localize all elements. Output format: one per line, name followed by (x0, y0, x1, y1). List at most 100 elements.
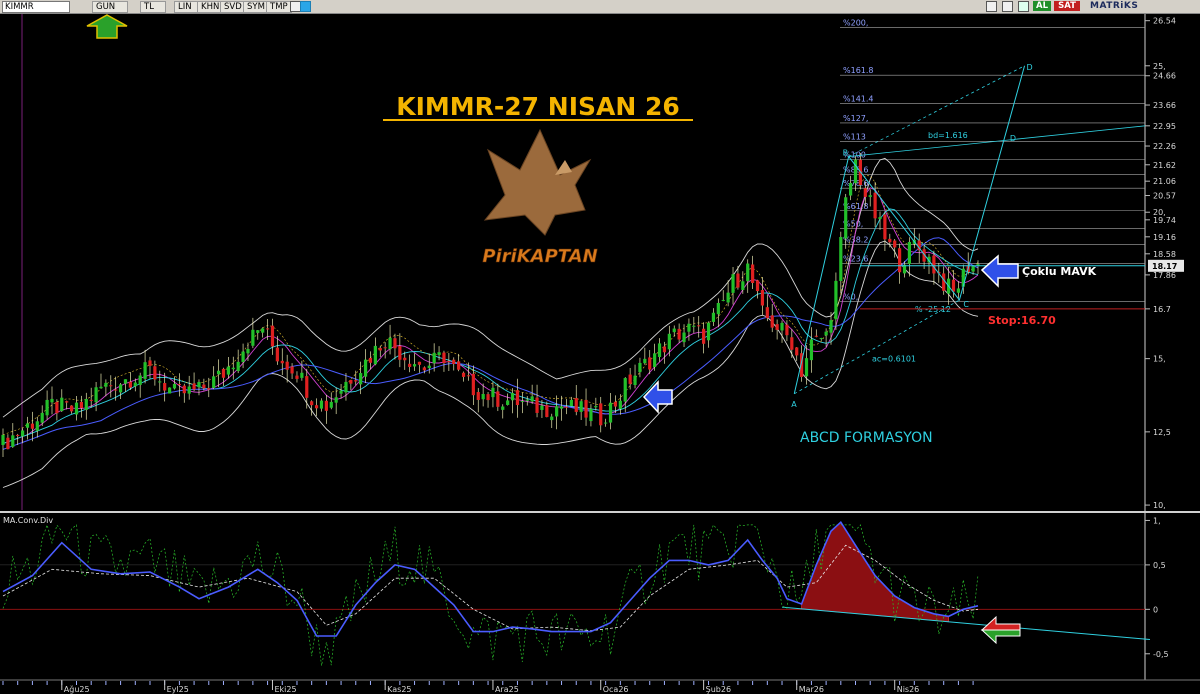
candle-body (638, 362, 642, 373)
candle-body (172, 383, 177, 389)
candle-body (780, 322, 784, 331)
candle-body (35, 421, 39, 431)
candle-body (177, 384, 181, 386)
candle-body (785, 324, 789, 336)
candle-body (11, 435, 15, 447)
month-label: Şub26 (706, 685, 731, 694)
candle-body (716, 302, 720, 315)
candle-body (261, 328, 265, 333)
candle-body (976, 264, 980, 266)
candle-body (623, 378, 627, 402)
candle-body (726, 292, 730, 303)
candle-body (951, 279, 956, 292)
candle-body (153, 366, 157, 380)
candle-body (295, 375, 299, 379)
pattern-point-label: B (843, 149, 849, 158)
pattern-point-label: C (963, 300, 969, 309)
price-tick-label: 16.7 (1153, 305, 1171, 314)
candle-body (736, 273, 740, 288)
candle-body (270, 325, 275, 347)
month-label: Eki25 (274, 685, 296, 694)
candle-body (868, 195, 872, 197)
candle-body (143, 362, 147, 379)
candle-body (310, 401, 314, 406)
candle-body (751, 264, 755, 284)
candle-body (584, 399, 588, 418)
chart-canvas: %200,%161.8%141.4%127,%113%100%88.6%78.6… (0, 14, 1200, 694)
candle-body (226, 366, 230, 375)
price-tick-label: 17.86 (1153, 271, 1176, 280)
candle-body (30, 423, 34, 429)
candle-body (383, 347, 387, 349)
pattern-point-label: bd=1.616 (928, 131, 968, 140)
candle-body (373, 345, 377, 365)
candle-body (182, 385, 186, 394)
candle-body (104, 382, 108, 387)
candle-body (452, 359, 456, 365)
candle-body (765, 307, 769, 319)
month-label: Nis26 (897, 685, 920, 694)
candle-body (319, 400, 324, 409)
candle-body (40, 412, 44, 423)
candle-body (148, 360, 152, 366)
candle-body (515, 390, 520, 406)
candle-body (564, 406, 569, 408)
price-tick-label: 20.57 (1153, 192, 1176, 201)
candle-body (398, 346, 402, 360)
candle-body (422, 367, 426, 371)
candle-body (898, 248, 902, 273)
candle-body (893, 240, 897, 248)
chart-title: KIMMR-27 NISAN 26 (396, 92, 680, 121)
candle-body (216, 370, 221, 375)
candle-body (520, 401, 524, 403)
candle-body (1, 434, 5, 446)
pattern-point-label: A (791, 400, 797, 409)
price-tick-label: 26.54 (1153, 17, 1176, 26)
candle-body (545, 405, 549, 417)
divergence-trendline (781, 606, 1151, 641)
candle-body (839, 237, 843, 281)
candle-body (849, 182, 853, 196)
indicator-label: MA.Conv.Div (3, 516, 53, 525)
candle-body (221, 368, 226, 378)
candle-body (618, 400, 622, 409)
candle-body (241, 351, 245, 362)
candle-body (212, 376, 216, 388)
pattern-point-label: D (1010, 134, 1016, 143)
candle-body (471, 373, 475, 396)
candle-body (530, 396, 534, 402)
candle-body (256, 330, 260, 333)
month-label: Ara25 (495, 685, 519, 694)
candle-body (354, 380, 358, 382)
candle-body (677, 328, 681, 340)
candle-body (359, 373, 363, 385)
candle-body (461, 372, 466, 377)
candle-body (633, 375, 637, 386)
candle-body (608, 402, 613, 423)
month-label: Eyl25 (167, 685, 189, 694)
candle-body (207, 388, 211, 390)
fib-label: %200, (843, 19, 868, 28)
candle-body (540, 405, 544, 410)
candle-body (844, 197, 848, 239)
candle-body (956, 288, 961, 293)
candle-body (604, 422, 608, 424)
candle-body (628, 374, 632, 384)
candle-body (809, 339, 814, 361)
pattern-point-label: ac=0.6101 (872, 355, 916, 364)
candle-body (187, 386, 191, 394)
candle-body (447, 361, 451, 363)
candle-body (711, 312, 716, 322)
candle-body (412, 364, 417, 367)
candle-body (123, 379, 128, 384)
candle-body (770, 315, 774, 328)
candle-body (60, 397, 64, 411)
price-tick-label: 21.62 (1153, 161, 1176, 170)
candle-body (45, 399, 49, 416)
logo-text: PiriKAPTAN (482, 246, 597, 267)
candle-body (795, 347, 799, 356)
candle-body (657, 343, 662, 357)
mavk-label: Çoklu MAVK (1022, 265, 1097, 278)
candle-body (755, 280, 760, 292)
candle-body (883, 214, 887, 240)
